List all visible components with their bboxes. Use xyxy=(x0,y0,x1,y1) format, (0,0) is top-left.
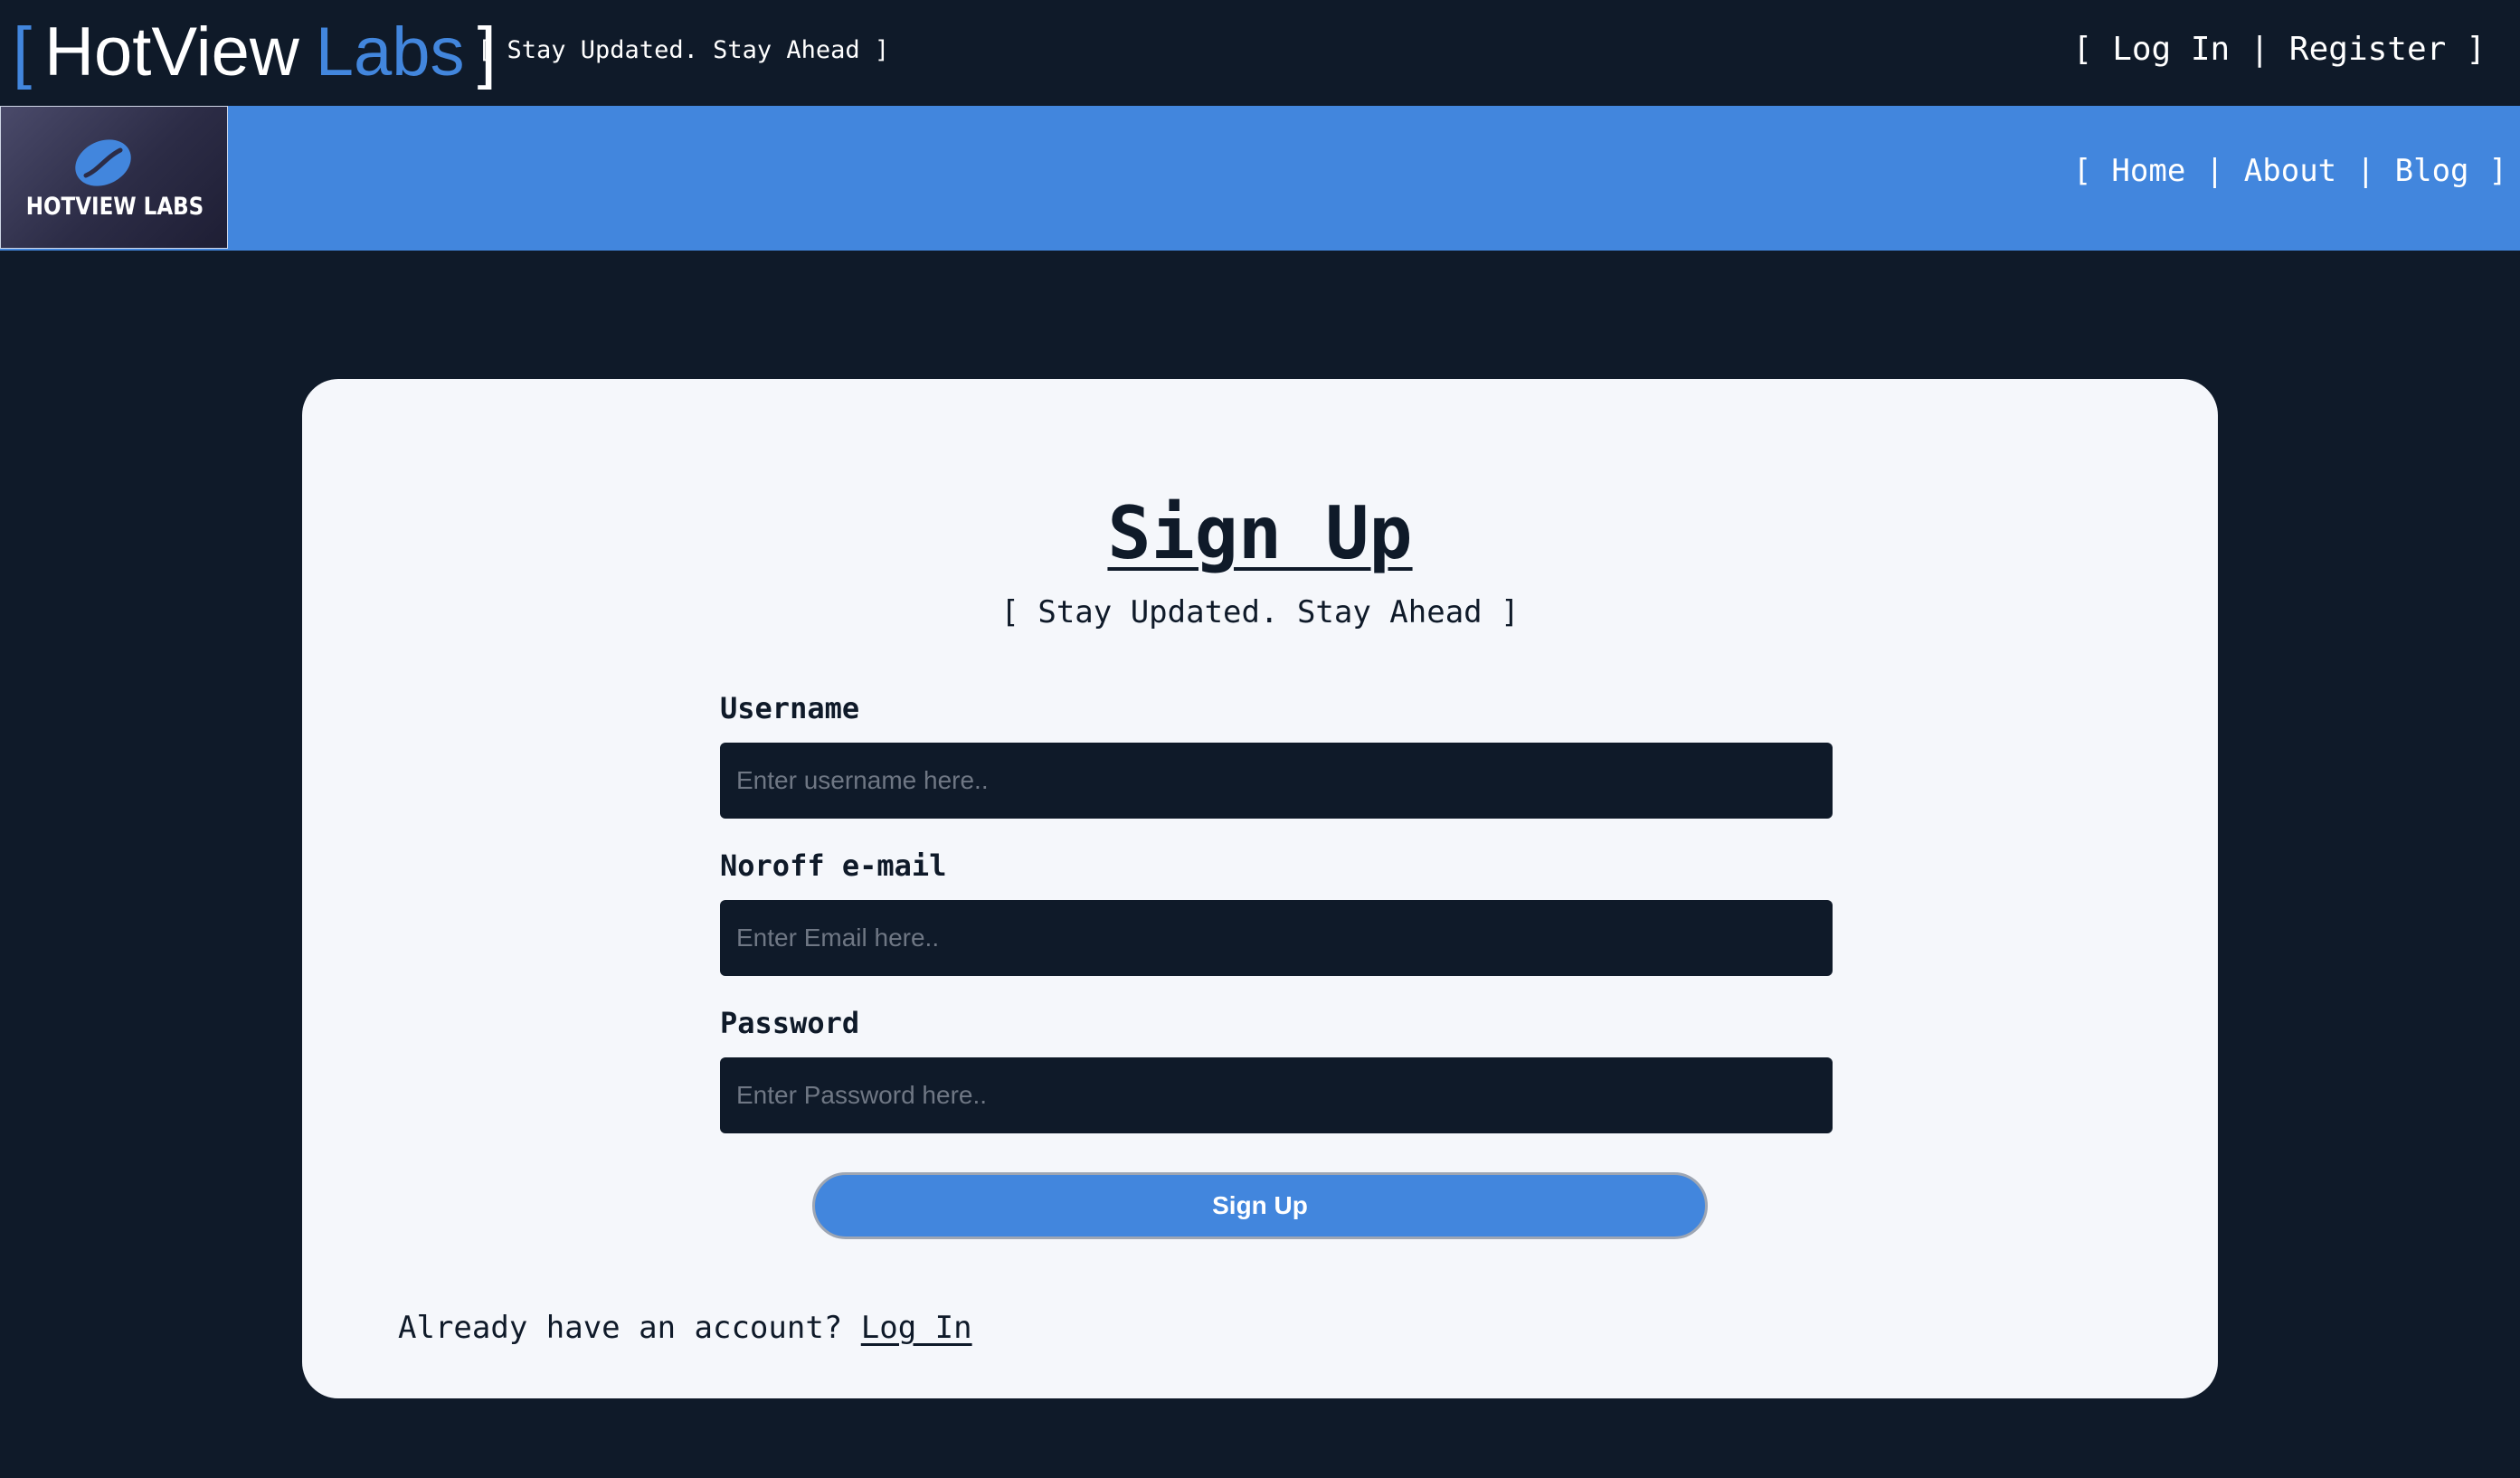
nav-separator: | xyxy=(2356,153,2375,189)
top-bar: [ HotView Labs ] [ Stay Updated. Stay Ah… xyxy=(0,0,2520,106)
login-prompt-text: Already have an account? xyxy=(398,1310,843,1346)
login-link[interactable]: Log In xyxy=(2112,31,2230,68)
card-tagline: [ Stay Updated. Stay Ahead ] xyxy=(1000,594,1520,630)
page-title: Sign Up xyxy=(1107,491,1413,575)
coffee-bean-icon xyxy=(75,139,131,186)
username-label: Username xyxy=(720,691,860,725)
brand-title[interactable]: [ HotView Labs ] xyxy=(13,7,497,98)
login-prompt: Already have an account? Log In xyxy=(398,1310,972,1346)
logo[interactable]: HOTVIEW LABS xyxy=(0,106,228,249)
nav-bar: HOTVIEW LABS [ Home | About | Blog ] xyxy=(0,106,2520,251)
nav-bracket-close: ] xyxy=(2488,153,2507,189)
brand-name-part1: HotView xyxy=(44,14,299,90)
email-label: Noroff e-mail xyxy=(720,848,947,883)
email-input[interactable] xyxy=(720,900,1833,976)
auth-bracket-close: ] xyxy=(2466,31,2486,68)
register-link[interactable]: Register xyxy=(2289,31,2446,68)
auth-separator: | xyxy=(2250,31,2269,68)
signup-button[interactable]: Sign Up xyxy=(812,1172,1708,1239)
nav-separator: | xyxy=(2205,153,2224,189)
nav-blog-link[interactable]: Blog xyxy=(2395,153,2469,189)
logo-text: HOTVIEW LABS xyxy=(25,194,204,221)
password-label: Password xyxy=(720,1006,860,1040)
main-nav: [ Home | About | Blog ] xyxy=(2073,153,2507,189)
password-input[interactable] xyxy=(720,1057,1833,1133)
auth-bracket-open: [ xyxy=(2072,31,2093,68)
signup-card: Sign Up [ Stay Updated. Stay Ahead ] Use… xyxy=(302,379,2218,1398)
username-input[interactable] xyxy=(720,743,1833,819)
header-tagline: [ Stay Updated. Stay Ahead ] xyxy=(478,36,890,64)
nav-home-link[interactable]: Home xyxy=(2111,153,2185,189)
nav-bracket-open: [ xyxy=(2072,153,2092,189)
brand-name-part2: Labs xyxy=(315,14,465,90)
nav-about-link[interactable]: About xyxy=(2244,153,2336,189)
brand-bracket-open: [ xyxy=(13,14,33,90)
auth-links: [ Log In | Register ] xyxy=(2073,31,2487,68)
login-prompt-link[interactable]: Log In xyxy=(861,1310,972,1346)
